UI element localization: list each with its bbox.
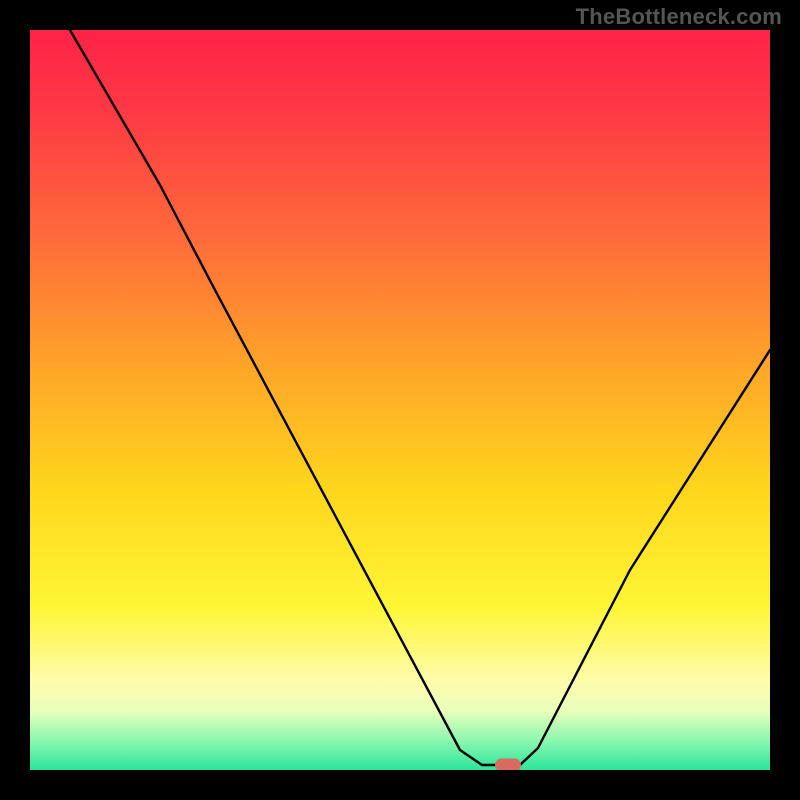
optimal-point-marker (495, 759, 521, 771)
bottleneck-curve (30, 30, 770, 770)
plot-area (30, 30, 770, 770)
chart-frame: TheBottleneck.com (0, 0, 800, 800)
curve-path (70, 30, 770, 765)
watermark-text: TheBottleneck.com (576, 4, 782, 30)
